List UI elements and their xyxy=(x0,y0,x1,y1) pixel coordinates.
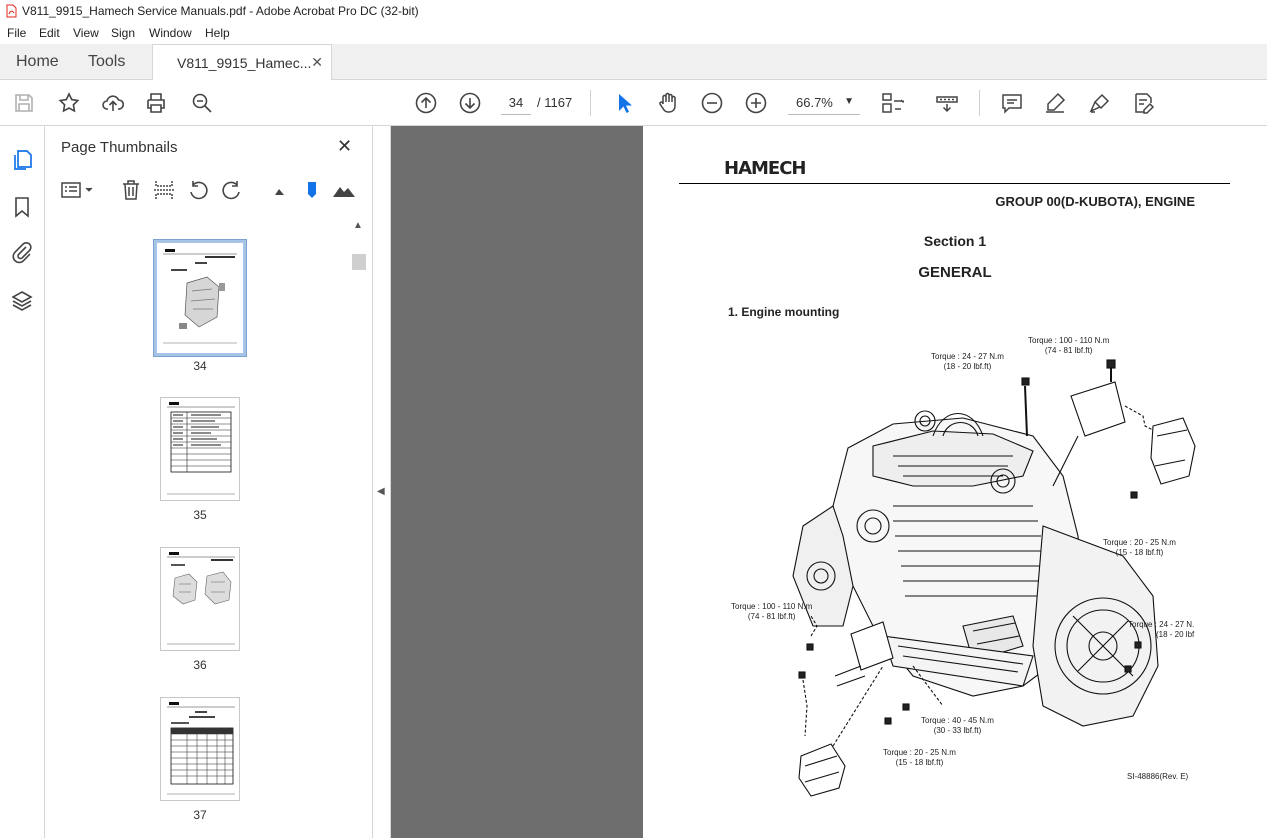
page-thumbnails-icon[interactable] xyxy=(10,148,34,172)
page-thumbnail[interactable] xyxy=(153,239,247,357)
menu-sign[interactable]: Sign xyxy=(111,26,135,40)
zoom-out-icon[interactable] xyxy=(700,91,724,115)
scrollbar-thumb[interactable] xyxy=(352,254,366,270)
menu-edit[interactable]: Edit xyxy=(39,26,60,40)
menu-help[interactable]: Help xyxy=(205,26,230,40)
zoom-search-icon[interactable] xyxy=(190,91,214,115)
hamech-logo: HAMECH xyxy=(724,158,806,179)
title-bar: V811_9915_Hamech Service Manuals.pdf - A… xyxy=(0,0,1267,22)
chevron-down-icon: ▼ xyxy=(844,96,854,107)
page-thumbnail-label: 36 xyxy=(193,658,207,672)
torque-label: Torque : 100 - 110 N.m (74 - 81 lbf.ft) xyxy=(1028,336,1110,355)
page-fit-icon[interactable] xyxy=(880,91,906,115)
page-thumbnail[interactable] xyxy=(160,697,240,801)
page-number-input[interactable] xyxy=(501,91,531,115)
star-icon[interactable] xyxy=(57,91,81,115)
hand-tool-icon[interactable] xyxy=(656,91,680,115)
fill-sign-pen-icon[interactable] xyxy=(1088,91,1112,115)
attachment-icon[interactable] xyxy=(10,240,34,264)
main-toolbar: / 1167 66.7% ▼ xyxy=(0,80,1267,126)
menu-window[interactable]: Window xyxy=(149,26,192,40)
close-icon[interactable]: ✕ xyxy=(337,136,352,157)
zoom-value: 66.7% xyxy=(796,95,833,110)
subheading: 1. Engine mounting xyxy=(728,305,840,319)
panel-collapse-strip[interactable]: ◀ xyxy=(373,126,391,838)
previous-page-icon[interactable] xyxy=(414,91,438,115)
torque-label: Torque : 24 - 27 N.m (18 - 20 lbf.ft) xyxy=(931,352,1004,371)
menu-bar: File Edit View Sign Window Help xyxy=(0,22,1267,44)
layers-icon[interactable] xyxy=(10,289,34,313)
tab-home[interactable]: Home xyxy=(16,44,59,80)
page-thumbnail-label: 37 xyxy=(193,808,207,822)
comment-icon[interactable] xyxy=(1000,91,1024,115)
tab-bar: Home Tools V811_9915_Hamec... ✕ xyxy=(0,44,1267,80)
zoom-dropdown[interactable]: 66.7% ▼ xyxy=(788,91,860,115)
tab-tools[interactable]: Tools xyxy=(88,44,125,80)
tab-document-label: V811_9915_Hamec... xyxy=(177,55,312,71)
scroll-up-arrow-icon[interactable]: ▲ xyxy=(353,220,363,231)
close-icon[interactable]: ✕ xyxy=(311,54,323,71)
thumbnail-size-slider-icon[interactable] xyxy=(301,179,323,201)
pdf-icon xyxy=(6,4,17,18)
print-icon[interactable] xyxy=(144,91,168,115)
panel-title: Page Thumbnails xyxy=(61,139,178,156)
next-page-icon[interactable] xyxy=(458,91,482,115)
save-icon[interactable] xyxy=(12,91,36,115)
scroll-mode-icon[interactable] xyxy=(935,91,959,115)
section-title: Section 1 xyxy=(923,233,987,249)
rotate-left-icon[interactable] xyxy=(187,179,209,201)
upload-cloud-icon[interactable] xyxy=(101,91,125,115)
page-total: / 1167 xyxy=(537,95,573,110)
header-rule xyxy=(679,183,1230,184)
window-title: V811_9915_Hamech Service Manuals.pdf - A… xyxy=(22,4,419,18)
drawing-reference: SI-48886(Rev. E) xyxy=(1127,772,1189,781)
page-thumbnail[interactable] xyxy=(160,547,240,651)
menu-file[interactable]: File xyxy=(7,26,26,40)
page-thumbnail[interactable] xyxy=(160,397,240,501)
document-view: HAMECH GROUP 00(D-KUBOTA), ENGINE Sectio… xyxy=(391,126,1267,838)
torque-label: Torque : 40 - 45 N.m (30 - 33 lbf.ft) xyxy=(921,716,994,735)
navigation-rail xyxy=(0,126,45,838)
extract-page-icon[interactable] xyxy=(153,179,175,201)
torque-label: Torque : 20 - 25 N.m (15 - 18 lbf.ft) xyxy=(883,748,956,767)
section-heading: GENERAL xyxy=(918,264,992,281)
bookmark-icon[interactable] xyxy=(10,195,34,219)
pdf-page: HAMECH GROUP 00(D-KUBOTA), ENGINE Sectio… xyxy=(643,126,1267,838)
page-thumbnail-label: 35 xyxy=(193,508,207,522)
thumbnail-scrollbar[interactable]: ▲ xyxy=(350,220,366,838)
large-thumbnails-icon[interactable] xyxy=(333,179,355,201)
small-thumbnails-icon[interactable] xyxy=(269,179,291,201)
torque-label: Torque : 100 - 110 N.m (74 - 81 lbf.ft) xyxy=(731,602,813,621)
thumbnail-options-icon[interactable] xyxy=(61,179,95,201)
delete-page-icon[interactable] xyxy=(120,179,142,201)
tab-document[interactable]: V811_9915_Hamec... ✕ xyxy=(152,44,332,80)
rotate-right-icon[interactable] xyxy=(221,179,243,201)
highlight-pen-icon[interactable] xyxy=(1043,91,1067,115)
collapse-arrow-icon[interactable]: ◀ xyxy=(377,486,385,497)
page-thumbnails-panel: Page Thumbnails ✕ 34 35 36 37 ▲ xyxy=(45,126,373,838)
edit-pdf-icon[interactable] xyxy=(1132,91,1156,115)
torque-label: Torque : 24 - 27 N. (18 - 20 lbf xyxy=(1128,620,1195,639)
torque-label: Torque : 20 - 25 N.m (15 - 18 lbf.ft) xyxy=(1103,538,1176,557)
zoom-in-icon[interactable] xyxy=(744,91,768,115)
select-cursor-icon[interactable] xyxy=(612,91,636,115)
page-thumbnail-label: 34 xyxy=(193,359,207,373)
group-heading: GROUP 00(D-KUBOTA), ENGINE xyxy=(995,194,1195,209)
menu-view[interactable]: View xyxy=(73,26,99,40)
